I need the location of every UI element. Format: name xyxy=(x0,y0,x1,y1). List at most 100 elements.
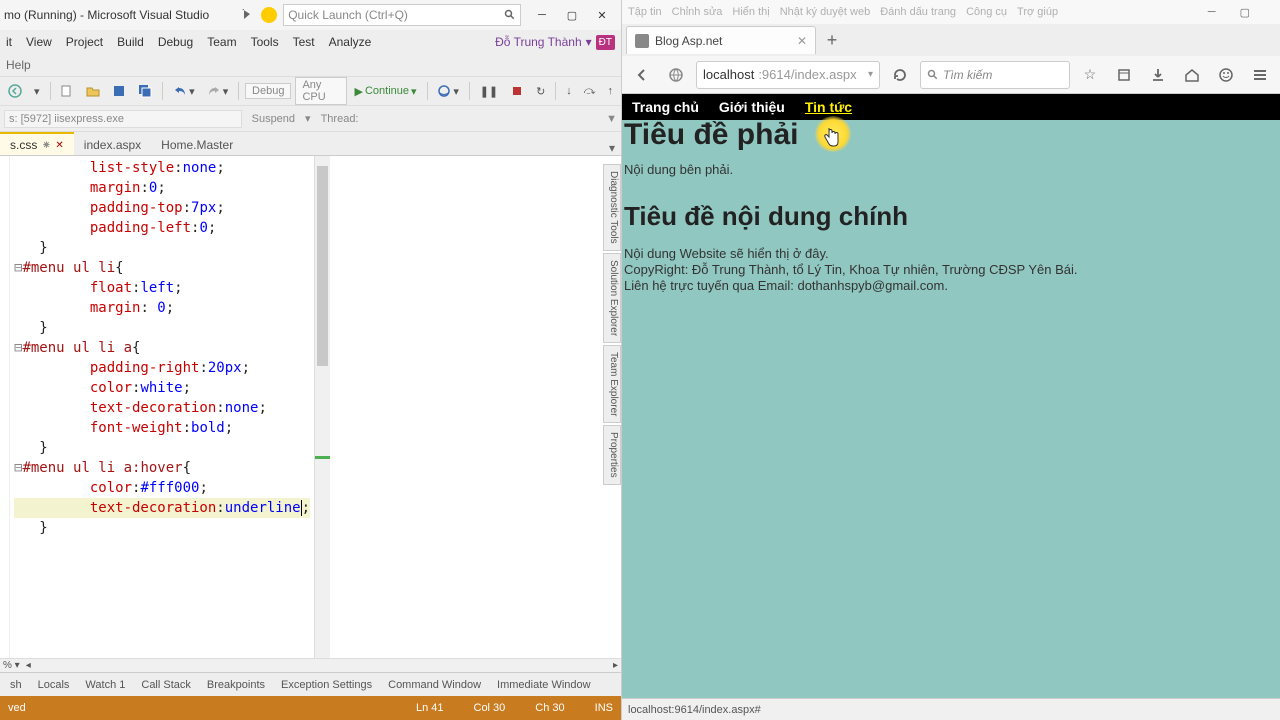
hamburger-menu-button[interactable] xyxy=(1246,61,1274,89)
body-line: CopyRight: Đỗ Trung Thành, tổ Lý Tin, Kh… xyxy=(624,262,1280,278)
site-nav-link[interactable]: Trang chủ xyxy=(622,99,709,115)
url-bar[interactable]: localhost:9614/index.aspx ▾ xyxy=(696,61,880,89)
nav-fwd-button[interactable]: ▾ xyxy=(30,83,44,100)
redo-button[interactable]: ▾ xyxy=(203,82,233,100)
ff-menu-item[interactable]: Hiển thị xyxy=(732,6,769,18)
save-all-button[interactable] xyxy=(134,82,156,100)
restart-button[interactable]: ↻ xyxy=(532,83,549,100)
panel-tab[interactable]: Command Window xyxy=(382,676,487,694)
minimize-button[interactable]: ─ xyxy=(1208,6,1216,18)
close-button[interactable]: ✕ xyxy=(587,3,617,27)
menu-item[interactable]: Test xyxy=(293,35,315,49)
ff-menu-item[interactable]: Trợ giúp xyxy=(1017,6,1058,18)
downloads-button[interactable] xyxy=(1144,61,1172,89)
menu-item[interactable]: Tools xyxy=(251,35,279,49)
side-tool-tab[interactable]: Solution Explorer xyxy=(603,253,621,343)
browser-tab[interactable]: Blog Asp.net ✕ xyxy=(626,26,816,54)
panel-tab[interactable]: sh xyxy=(4,676,28,694)
menu-item[interactable]: View xyxy=(26,35,52,49)
close-icon[interactable]: ✕ xyxy=(797,34,807,48)
feedback-icon[interactable] xyxy=(261,7,277,23)
browser-link-button[interactable]: ▾ xyxy=(433,82,463,100)
step-into-button[interactable]: ↓ xyxy=(562,83,576,99)
panel-tab[interactable]: Exception Settings xyxy=(275,676,378,694)
panel-tab[interactable]: Breakpoints xyxy=(201,676,271,694)
nav-back-button[interactable] xyxy=(4,82,26,100)
step-out-button[interactable]: ↑ xyxy=(603,83,617,99)
tab-label: Home.Master xyxy=(161,138,233,152)
platform-dropdown[interactable]: Any CPU xyxy=(295,77,346,105)
open-button[interactable] xyxy=(82,82,104,100)
ff-menu-item[interactable]: Chỉnh sửa xyxy=(672,6,723,18)
site-nav-link[interactable]: Giới thiệu xyxy=(709,99,795,115)
vs-document-tabs: s.css ⁕ ✕ index.aspx Home.Master ▾ xyxy=(0,132,621,156)
config-dropdown[interactable]: Debug xyxy=(245,83,291,99)
heading-main: Tiêu đề nội dung chính xyxy=(624,201,1280,232)
site-nav-link-hover[interactable]: Tin tức xyxy=(795,99,862,115)
menu-item[interactable]: Build xyxy=(117,35,144,49)
menu-item[interactable]: Team xyxy=(207,35,236,49)
suspend-button[interactable]: Suspend xyxy=(252,113,295,125)
back-button[interactable] xyxy=(628,61,656,89)
filter-icon[interactable]: ▼ xyxy=(606,113,617,125)
document-tab[interactable]: Home.Master xyxy=(151,134,243,155)
home-button[interactable] xyxy=(1178,61,1206,89)
cursor-highlight xyxy=(815,116,851,152)
scroll-marker xyxy=(315,456,330,459)
menu-item[interactable]: it xyxy=(6,35,12,49)
process-dropdown[interactable]: s: [5972] iisexpress.exe xyxy=(4,110,242,128)
scrollbar-thumb[interactable] xyxy=(317,166,328,366)
notifications-icon[interactable] xyxy=(239,7,255,23)
panel-tab[interactable]: Immediate Window xyxy=(491,676,597,694)
panel-tab[interactable]: Call Stack xyxy=(135,676,197,694)
ff-menu-item[interactable]: Nhật ký duyệt web xyxy=(780,6,871,18)
stop-button[interactable] xyxy=(506,82,528,100)
continue-label: Continue xyxy=(365,85,409,97)
search-box[interactable]: Tìm kiếm xyxy=(920,61,1070,89)
panel-tab[interactable]: Watch 1 xyxy=(79,676,131,694)
undo-button[interactable]: ▾ xyxy=(169,82,199,100)
minimize-button[interactable]: ─ xyxy=(527,3,557,27)
pointer-cursor-icon xyxy=(822,126,842,148)
code-content[interactable]: list-style:none; margin:0; padding-top:7… xyxy=(10,156,314,658)
bookmark-star-button[interactable]: ☆ xyxy=(1076,61,1104,89)
continue-button[interactable]: ▶ Continue ▾ xyxy=(351,83,421,100)
side-tool-tab[interactable]: Diagnostic Tools xyxy=(603,164,621,251)
tab-overflow-button[interactable]: ▾ xyxy=(603,141,621,155)
identity-button[interactable] xyxy=(662,61,690,89)
user-account[interactable]: Đỗ Trung Thành ▾ ĐT xyxy=(495,35,615,50)
menu-item[interactable]: Project xyxy=(66,35,103,49)
library-button[interactable] xyxy=(1110,61,1138,89)
new-tab-button[interactable]: + xyxy=(820,28,844,52)
ff-menu-item[interactable]: Công cụ xyxy=(966,6,1007,18)
menu-item[interactable]: Analyze xyxy=(329,35,372,49)
code-editor[interactable]: list-style:none; margin:0; padding-top:7… xyxy=(0,156,621,658)
quick-launch-input[interactable]: Quick Launch (Ctrl+Q) xyxy=(283,4,521,26)
menu-item[interactable]: Help xyxy=(6,58,31,72)
side-tool-tab[interactable]: Properties xyxy=(603,425,621,485)
menu-item[interactable]: Debug xyxy=(158,35,193,49)
reload-button[interactable] xyxy=(886,61,914,89)
window-title: mo (Running) - Microsoft Visual Studio xyxy=(4,8,209,22)
vs-main-menu: it View Project Build Debug Team Tools T… xyxy=(0,30,621,54)
chevron-down-icon[interactable]: ▾ xyxy=(868,69,873,80)
ff-toolbar: localhost:9614/index.aspx ▾ Tìm kiếm ☆ xyxy=(622,56,1280,94)
ff-menubar: Tập tin Chỉnh sửa Hiển thị Nhật ký duyệt… xyxy=(622,0,1280,24)
ff-menu-item[interactable]: Đánh dấu trang xyxy=(880,6,956,18)
panel-tab[interactable]: Locals xyxy=(32,676,76,694)
step-over-button[interactable]: ⤼ xyxy=(580,83,600,100)
maximize-button[interactable]: ▢ xyxy=(557,3,587,27)
maximize-button[interactable]: ▢ xyxy=(1240,6,1250,19)
thread-label: Thread: xyxy=(321,113,359,125)
pause-button[interactable]: ❚❚ xyxy=(476,83,502,100)
new-item-button[interactable] xyxy=(56,82,78,100)
side-tool-tab[interactable]: Team Explorer xyxy=(603,345,621,423)
document-tab-active[interactable]: s.css ⁕ ✕ xyxy=(0,132,74,155)
zoom-dropdown[interactable]: % ▾ xyxy=(3,660,20,671)
save-button[interactable] xyxy=(108,82,130,100)
document-tab[interactable]: index.aspx xyxy=(74,134,151,155)
ff-menu-item[interactable]: Tập tin xyxy=(628,6,662,18)
chat-button[interactable] xyxy=(1212,61,1240,89)
vertical-scrollbar[interactable] xyxy=(314,156,330,658)
close-icon[interactable]: ✕ xyxy=(55,140,63,151)
